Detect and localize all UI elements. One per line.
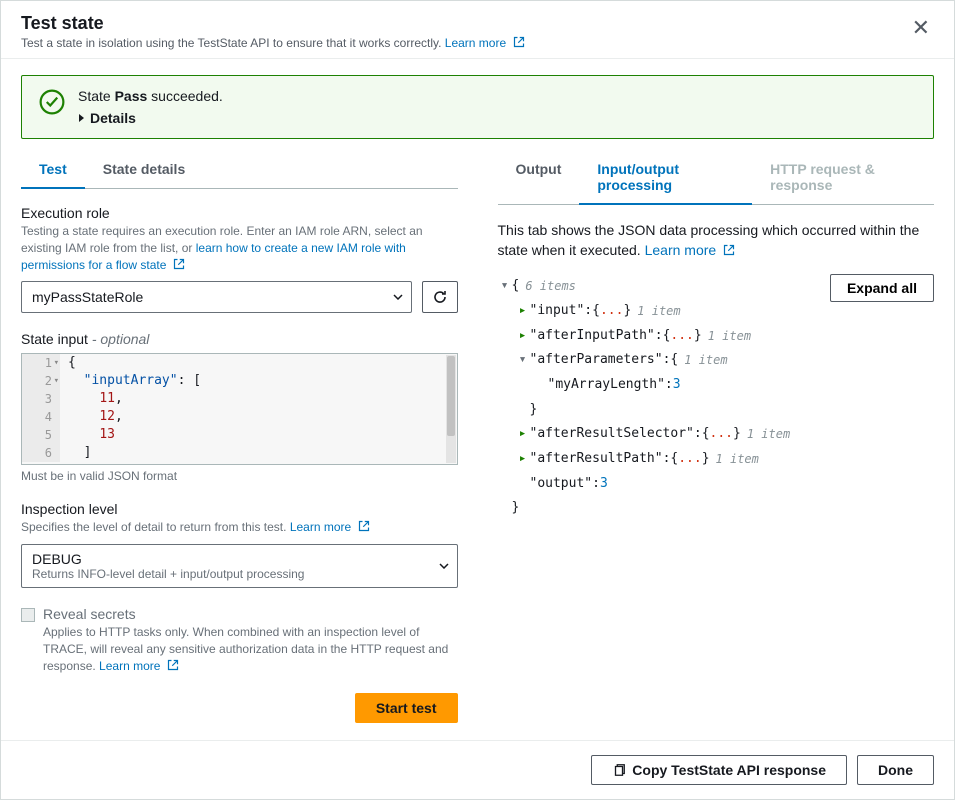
external-link-icon [173, 258, 185, 270]
tab-output[interactable]: Output [498, 151, 580, 205]
alert-details-toggle[interactable]: Details [78, 110, 136, 126]
success-icon [38, 88, 66, 116]
tab-state-details[interactable]: State details [85, 151, 203, 189]
tree-root-close: } [498, 496, 935, 521]
expand-all-button[interactable]: Expand all [830, 274, 934, 302]
expand-icon[interactable]: ▸ [516, 299, 530, 324]
reveal-secrets-row: Reveal secrets Applies to HTTP tasks onl… [21, 606, 458, 674]
reveal-learn-more-link[interactable]: Learn more [99, 659, 179, 673]
execution-role-select[interactable]: myPassStateRole [21, 281, 412, 313]
json-tree: Expand all ▾ { 6 items ▸ "input" : {...}… [498, 274, 935, 521]
execution-role-desc: Testing a state requires an execution ro… [21, 223, 458, 273]
state-input-hint: Must be in valid JSON format [21, 469, 458, 483]
copy-response-button[interactable]: Copy TestState API response [591, 755, 847, 785]
refresh-icon [432, 289, 448, 305]
collapse-icon[interactable]: ▾ [498, 274, 512, 299]
execution-role-title: Execution role [21, 205, 458, 221]
external-link-icon [513, 36, 525, 48]
tree-after-parameters-close: } [498, 398, 935, 423]
left-panel: Test State details Execution role Testin… [1, 151, 478, 740]
chevron-down-icon [439, 563, 449, 569]
dialog-footer: Copy TestState API response Done [1, 740, 954, 799]
refresh-roles-button[interactable] [422, 281, 458, 313]
tree-after-result-path[interactable]: ▸ "afterResultPath" : {...} 1 item [498, 447, 935, 472]
reveal-secrets-label: Reveal secrets [43, 606, 458, 622]
tab-io-processing[interactable]: Input/output processing [579, 151, 752, 205]
io-learn-more-link[interactable]: Learn more [645, 242, 735, 258]
copy-icon [612, 763, 626, 777]
tab-http: HTTP request & response [752, 151, 934, 205]
reveal-secrets-desc: Applies to HTTP tasks only. When combine… [43, 624, 458, 674]
inspection-level-select[interactable]: DEBUG Returns INFO-level detail + input/… [21, 544, 458, 588]
inspection-level-desc: Specifies the level of detail to return … [21, 519, 458, 536]
close-icon[interactable]: ✕ [908, 13, 934, 43]
inspection-learn-more-link[interactable]: Learn more [290, 520, 370, 534]
io-desc: This tab shows the JSON data processing … [498, 221, 935, 260]
expand-icon[interactable]: ▸ [516, 324, 530, 349]
tab-test[interactable]: Test [21, 151, 85, 189]
expand-icon[interactable]: ▸ [516, 447, 530, 472]
tree-input[interactable]: ▸ "input" : {...} 1 item [498, 299, 935, 324]
tree-after-parameters[interactable]: ▾ "afterParameters" : { 1 item [498, 348, 935, 373]
alert-title: State Pass succeeded. [78, 88, 917, 104]
external-link-icon [723, 244, 735, 256]
header-learn-more-link[interactable]: Learn more [445, 36, 525, 50]
start-test-button[interactable]: Start test [355, 693, 458, 723]
tree-output: "output" : 3 [498, 472, 935, 497]
right-panel: Output Input/output processing HTTP requ… [478, 151, 955, 740]
dialog-title: Test state [21, 13, 525, 34]
chevron-right-icon [78, 113, 86, 123]
chevron-down-icon [393, 294, 403, 300]
dialog-subtitle: Test a state in isolation using the Test… [21, 36, 525, 50]
tree-after-input-path[interactable]: ▸ "afterInputPath" : {...} 1 item [498, 324, 935, 349]
state-input-label: State input - optional [21, 331, 458, 347]
reveal-secrets-checkbox [21, 608, 35, 622]
left-tabs: Test State details [21, 151, 458, 189]
tree-my-array-length: "myArrayLength" : 3 [498, 373, 935, 398]
success-alert: State Pass succeeded. Details [21, 75, 934, 139]
external-link-icon [167, 659, 179, 671]
right-tabs: Output Input/output processing HTTP requ… [498, 151, 935, 205]
expand-icon[interactable]: ▸ [516, 422, 530, 447]
external-link-icon [358, 520, 370, 532]
done-button[interactable]: Done [857, 755, 934, 785]
collapse-icon[interactable]: ▾ [516, 348, 530, 373]
state-input-editor[interactable]: 1▾{ 2▾ "inputArray": [ 3 11, 4 12, 5 13 … [21, 353, 458, 465]
tree-after-result-selector[interactable]: ▸ "afterResultSelector" : {...} 1 item [498, 422, 935, 447]
editor-scrollbar[interactable] [446, 355, 456, 463]
inspection-level-title: Inspection level [21, 501, 458, 517]
dialog-header: Test state Test a state in isolation usi… [1, 1, 954, 59]
